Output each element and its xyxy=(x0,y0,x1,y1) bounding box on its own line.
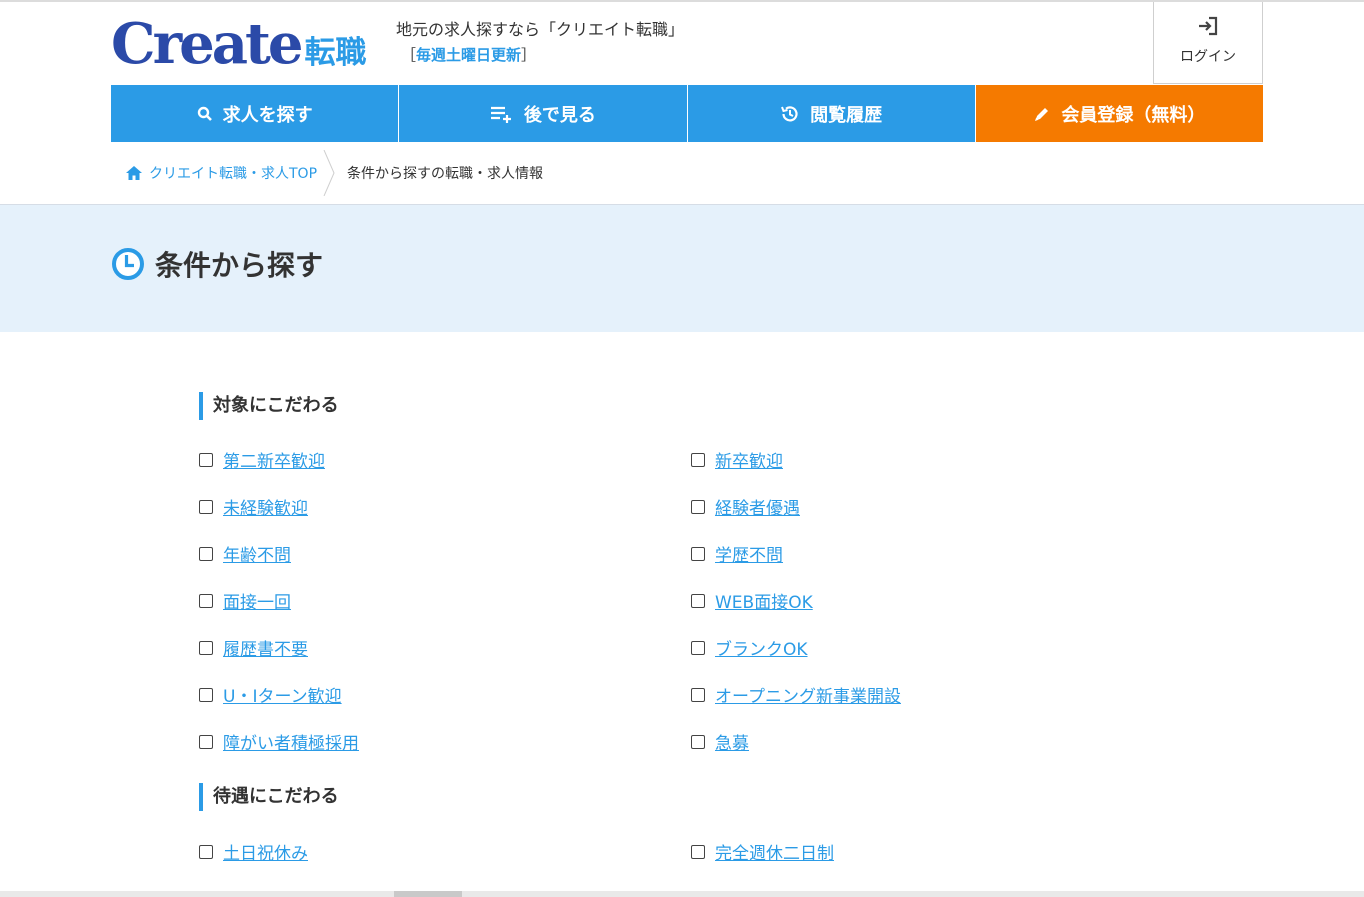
nav-watch-later[interactable]: 後で見る xyxy=(399,85,688,142)
option-link[interactable]: 第二新卒歓迎 xyxy=(223,447,325,472)
checkbox[interactable] xyxy=(199,499,213,514)
page-title: 条件から探す xyxy=(155,249,324,282)
option-link[interactable]: 履歴書不要 xyxy=(223,635,308,660)
nav-search-label: 求人を探す xyxy=(222,104,313,126)
pencil-icon xyxy=(1035,107,1049,121)
logo-create-text: Create xyxy=(111,11,303,77)
update-bracket-open: ［ xyxy=(401,46,417,64)
logo-tenshoku-text: 転職 xyxy=(304,35,367,71)
playlist-add-icon xyxy=(490,106,511,123)
option-link[interactable]: 急募 xyxy=(715,729,749,754)
option-link[interactable]: ブランクOK xyxy=(715,635,808,660)
history-icon xyxy=(781,105,798,122)
option-no-experience[interactable]: 未経験歓迎 xyxy=(199,494,308,519)
search-icon xyxy=(197,106,212,121)
option-weekends-holidays-off[interactable]: 土日祝休み xyxy=(199,839,308,864)
option-link[interactable]: 学歴不問 xyxy=(715,541,783,566)
checkbox[interactable] xyxy=(691,499,705,514)
option-link[interactable]: オープニング新事業開設 xyxy=(715,682,901,707)
checkbox[interactable] xyxy=(199,640,213,655)
nav-member-register[interactable]: 会員登録（無料） xyxy=(975,85,1263,142)
option-link[interactable]: WEB面接OK xyxy=(715,588,813,613)
checkbox[interactable] xyxy=(199,593,213,608)
option-two-days-off[interactable]: 完全週休二日制 xyxy=(691,839,834,864)
checkbox[interactable] xyxy=(199,546,213,561)
breadcrumb-home[interactable]: クリエイト転職・求人TOP xyxy=(125,163,317,183)
option-link[interactable]: 年齢不問 xyxy=(223,541,291,566)
option-blank-ok[interactable]: ブランクOK xyxy=(691,635,808,660)
option-web-interview[interactable]: WEB面接OK xyxy=(691,588,813,613)
main-nav: 求人を探す 後で見る 閲覧履歴 会員登録（無料） xyxy=(111,85,1263,142)
clock-icon xyxy=(112,248,144,280)
section-heading-target: 対象にこだわる xyxy=(199,392,339,420)
site-header: Create 転職 地元の求人探すなら「クリエイト転職」 ［毎週土曜日更新］ ログ… xyxy=(111,2,1263,85)
checkbox[interactable] xyxy=(691,546,705,561)
nav-register-label: 会員登録（無料） xyxy=(1061,104,1206,126)
checkbox[interactable] xyxy=(691,734,705,749)
checkbox[interactable] xyxy=(691,593,705,608)
option-link[interactable]: U・Iターン歓迎 xyxy=(223,682,342,707)
checkbox[interactable] xyxy=(199,844,213,859)
option-second-new-grad[interactable]: 第二新卒歓迎 xyxy=(199,447,325,472)
nav-watch-later-label: 後で見る xyxy=(523,104,596,126)
login-label: ログイン xyxy=(1180,49,1236,65)
checkbox[interactable] xyxy=(691,640,705,655)
breadcrumb-separator-icon xyxy=(323,150,335,196)
option-disability-hiring[interactable]: 障がい者積極採用 xyxy=(199,729,359,754)
login-icon xyxy=(1199,16,1218,36)
option-link[interactable]: 未経験歓迎 xyxy=(223,494,308,519)
option-no-resume[interactable]: 履歴書不要 xyxy=(199,635,308,660)
home-icon xyxy=(126,166,142,180)
section-heading-treatment: 待遇にこだわる xyxy=(199,783,339,811)
update-schedule: 毎週土曜日更新 xyxy=(416,46,522,64)
option-link[interactable]: 新卒歓迎 xyxy=(715,447,783,472)
checkbox[interactable] xyxy=(199,734,213,749)
scrollbar-thumb[interactable] xyxy=(394,891,462,897)
option-link[interactable]: 障がい者積極採用 xyxy=(223,729,359,754)
option-opening[interactable]: オープニング新事業開設 xyxy=(691,682,901,707)
update-notice: ［毎週土曜日更新］ xyxy=(401,44,536,65)
page-title-block: 条件から探す xyxy=(111,244,323,284)
option-link[interactable]: 面接一回 xyxy=(223,588,291,613)
site-logo[interactable]: Create 転職 xyxy=(111,14,366,74)
breadcrumb-current: 条件から探すの転職・求人情報 xyxy=(347,166,544,182)
option-urgent[interactable]: 急募 xyxy=(691,729,749,754)
nav-history-label: 閲覧履歴 xyxy=(810,104,883,126)
horizontal-scrollbar[interactable] xyxy=(0,891,1364,897)
option-any-age[interactable]: 年齢不問 xyxy=(199,541,291,566)
option-experienced[interactable]: 経験者優遇 xyxy=(691,494,800,519)
option-link[interactable]: 完全週休二日制 xyxy=(715,839,834,864)
nav-search-jobs[interactable]: 求人を探す xyxy=(111,85,400,142)
option-single-interview[interactable]: 面接一回 xyxy=(199,588,291,613)
checkbox[interactable] xyxy=(199,687,213,702)
update-bracket-close: ］ xyxy=(521,46,537,64)
option-any-education[interactable]: 学歴不問 xyxy=(691,541,783,566)
option-link[interactable]: 経験者優遇 xyxy=(715,494,800,519)
option-new-grad[interactable]: 新卒歓迎 xyxy=(691,447,783,472)
site-tagline: 地元の求人探すなら「クリエイト転職」 xyxy=(396,20,685,39)
checkbox[interactable] xyxy=(691,844,705,859)
checkbox[interactable] xyxy=(691,452,705,467)
breadcrumb: クリエイト転職・求人TOP 条件から探すの転職・求人情報 xyxy=(125,150,543,196)
breadcrumb-home-label: クリエイト転職・求人TOP xyxy=(149,166,318,182)
nav-browsing-history[interactable]: 閲覧履歴 xyxy=(687,85,976,142)
option-ui-turn[interactable]: U・Iターン歓迎 xyxy=(199,682,342,707)
checkbox[interactable] xyxy=(691,687,705,702)
login-button[interactable]: ログイン xyxy=(1153,2,1263,84)
checkbox[interactable] xyxy=(199,452,213,467)
option-link[interactable]: 土日祝休み xyxy=(223,839,308,864)
